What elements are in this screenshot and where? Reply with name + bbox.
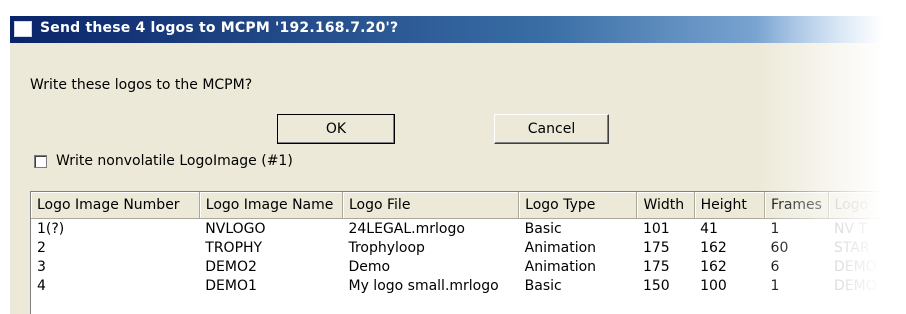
send-logos-dialog: Send these 4 logos to MCPM '192.168.7.20… [0,0,906,314]
cell-width: 175 [642,258,670,275]
column-header-logo-type[interactable]: Logo Type [518,192,638,219]
logo-table: Logo Image Number Logo Image Name Logo F… [31,192,906,295]
cell-height: 162 [700,239,727,256]
prompt-text: Write these logos to the MCPM? [30,77,253,93]
cell-logo-image-number: 4 [37,277,46,294]
window-title: Send these 4 logos to MCPM '192.168.7.20… [40,20,399,36]
table-row[interactable]: 4 DEMO1 My logo small.mrlogo Basic 150 1… [31,276,906,295]
cell-height: 41 [700,220,718,237]
cell-logo-image-number: 2 [37,239,46,256]
title-bar[interactable]: Send these 4 logos to MCPM '192.168.7.20… [10,16,906,43]
cell-width: 175 [642,239,670,256]
nonvolatile-checkbox-label: Write nonvolatile LogoImage (#1) [56,153,293,169]
cell-width: 150 [642,277,670,294]
cancel-button[interactable]: Cancel [494,114,609,144]
cell-logo: DEMO [834,258,877,275]
column-header-logo-image-number[interactable]: Logo Image Number [31,192,200,219]
cell-logo-file: Trophyloop [348,239,425,256]
table-header-row: Logo Image Number Logo Image Name Logo F… [31,192,906,219]
cell-frames: 6 [770,258,780,275]
cell-logo-image-name: TROPHY [205,239,263,256]
cell-frames: 1 [770,220,780,237]
cell-logo: NV T [834,220,868,237]
cell-logo-image-name: DEMO2 [205,258,257,275]
cell-logo-file: My logo small.mrlogo [348,277,499,294]
cell-height: 100 [700,277,727,294]
table-row[interactable]: 1(?) NVLOGO 24LEGAL.mrlogo Basic 101 41 … [31,219,906,239]
table-row[interactable]: 3 DEMO2 Demo Animation 175 162 6 DEMO [31,257,906,276]
column-header-logo-file[interactable]: Logo File [342,192,520,219]
column-header-logo-image-name[interactable]: Logo Image Name [199,192,343,219]
cell-logo-image-number: 3 [37,258,46,275]
cell-logo-image-name: DEMO1 [205,277,257,294]
cell-logo-type: Animation [524,239,597,256]
cell-frames: 60 [770,239,789,256]
column-header-logo[interactable]: Logo [828,192,906,219]
cell-frames: 1 [770,277,780,294]
cell-logo-image-number: 1(?) [37,220,65,237]
window-icon [14,21,32,37]
logo-list[interactable]: Logo Image Number Logo Image Name Logo F… [30,191,906,314]
cell-logo-type: Basic [524,220,562,237]
column-header-frames[interactable]: Frames [764,192,829,219]
column-header-width[interactable]: Width [636,192,695,219]
cell-width: 101 [642,220,670,237]
cell-logo-image-name: NVLOGO [205,220,266,237]
cell-height: 162 [700,258,727,275]
table-row[interactable]: 2 TROPHY Trophyloop Animation 175 162 60… [31,238,906,257]
cell-logo: DEMO [834,277,877,294]
cell-logo-file: Demo [348,258,391,275]
ok-button[interactable]: OK [277,114,395,144]
cell-logo-file: 24LEGAL.mrlogo [348,220,465,237]
cell-logo-type: Animation [524,258,597,275]
column-header-height[interactable]: Height [694,192,766,219]
cell-logo: STAR [834,239,870,256]
nonvolatile-checkbox[interactable] [34,155,47,168]
cell-logo-type: Basic [524,277,562,294]
